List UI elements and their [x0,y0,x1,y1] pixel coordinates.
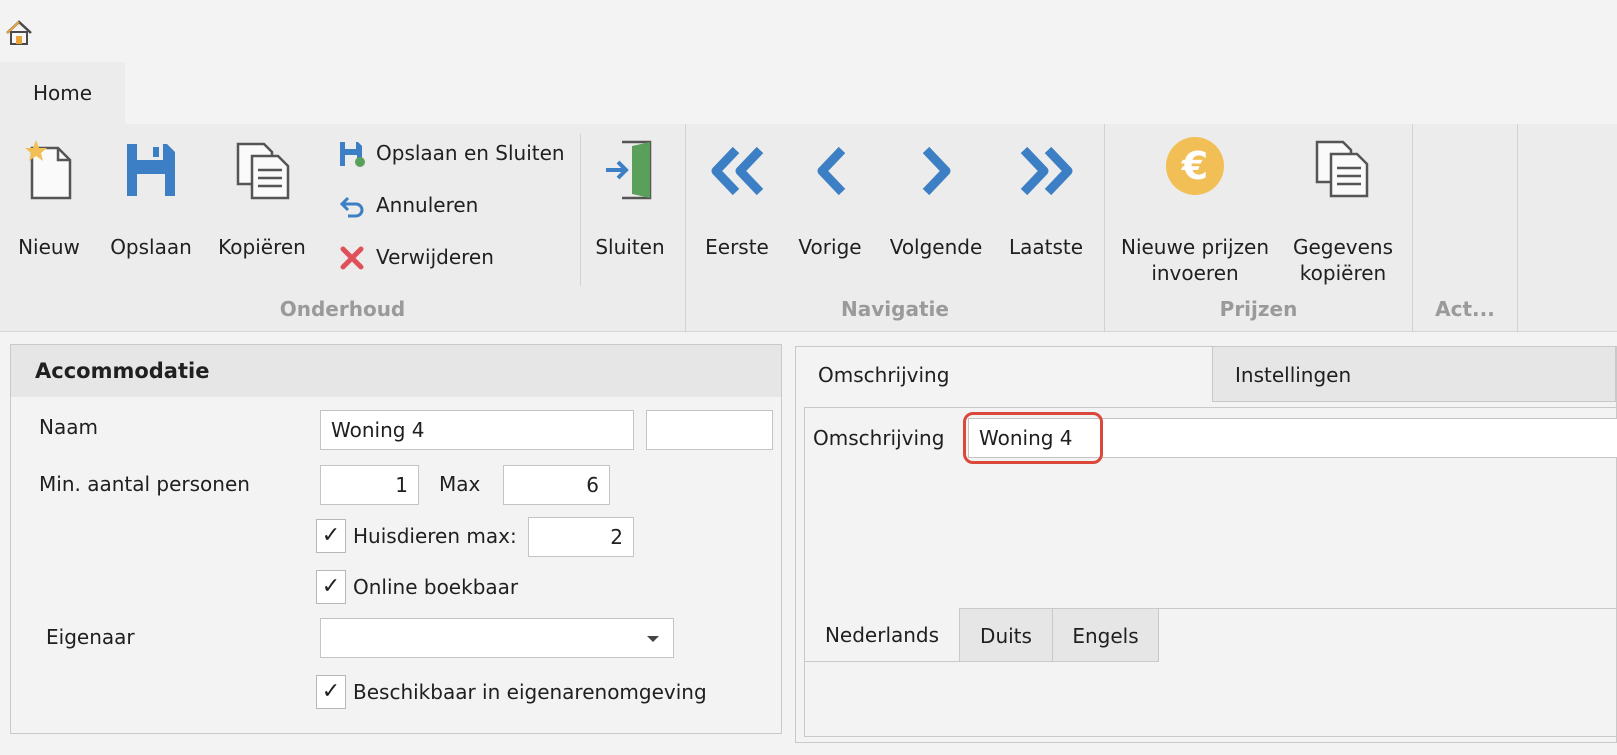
save-icon [127,144,175,196]
nieuw-button[interactable]: Nieuw [10,134,88,274]
online-boekbaar-label: Online boekbaar [353,575,519,599]
min-personen-input[interactable]: 1 [320,465,419,505]
undo-icon [339,196,364,218]
kopieren-button[interactable]: Kopiëren [212,134,312,274]
beschikbaar-checkbox[interactable]: ✓ [316,675,346,709]
save-close-icon [340,142,365,167]
details-panel: Omschrijving Instellingen Omschrijving W… [795,346,1617,743]
huisdieren-checkbox[interactable]: ✓ [316,519,346,553]
double-chevron-right-icon [1020,146,1073,196]
chevron-left-icon [817,146,846,196]
laatste-label: Laatste [1008,235,1084,259]
eigenaar-label: Eigenaar [46,625,135,649]
beschikbaar-label: Beschikbaar in eigenarenomgeving [353,680,707,704]
eerste-button[interactable]: Eerste [694,134,780,274]
gegevens-kopieren-label-2: kopiëren [1299,261,1387,285]
gegevens-kopieren-label-1: Gegevens [1292,235,1394,259]
naam-input[interactable]: Woning 4 [320,410,634,450]
annuleren-label: Annuleren [376,193,479,217]
group-navigatie-label: Navigatie [841,297,949,321]
gegevens-kopieren-button[interactable]: Gegevens kopiëren [1287,134,1399,285]
delete-icon [340,246,364,270]
opslaan-label: Opslaan [110,235,192,259]
omschrijving-label: Omschrijving [813,426,945,450]
naam-extra-input[interactable] [646,410,773,450]
nieuwe-prijzen-label-1: Nieuwe prijzen [1120,235,1270,259]
max-personen-input[interactable]: 6 [503,465,610,505]
group-prijzen-label: Prijzen [1219,297,1298,321]
accommodatie-panel: Accommodatie Naam Woning 4 Min. aantal p… [10,344,782,734]
new-document-icon [25,140,72,200]
sluiten-label: Sluiten [595,235,665,259]
nieuw-label: Nieuw [18,235,80,259]
tab-nederlands[interactable]: Nederlands [805,608,960,662]
huisdieren-max-input[interactable]: 2 [528,517,634,557]
max-label: Max [439,472,481,496]
tab-duits[interactable]: Duits [959,608,1053,662]
group-act-label: Act... [1435,297,1495,321]
tab-engels[interactable]: Engels [1052,608,1159,662]
verwijderen-label: Verwijderen [376,245,494,269]
laatste-button[interactable]: Laatste [1002,134,1090,274]
tab-instellingen[interactable]: Instellingen [1212,346,1616,402]
copy-icon [236,142,290,200]
online-boekbaar-checkbox[interactable]: ✓ [316,570,346,604]
tab-home[interactable]: Home [0,62,125,124]
nieuwe-prijzen-button[interactable]: € Nieuwe prijzen invoeren [1115,134,1275,285]
separator [1517,124,1518,332]
eerste-label: Eerste [705,235,769,259]
opslaan-button[interactable]: Opslaan [105,134,197,274]
min-personen-label: Min. aantal personen [39,472,250,496]
chevron-down-icon[interactable] [647,636,659,642]
panel-title: Accommodatie [11,345,781,397]
huisdieren-label: Huisdieren max: [353,524,517,548]
opslaan-en-sluiten-label: Opslaan en Sluiten [376,141,565,165]
chevron-right-icon [922,146,951,196]
home-icon[interactable] [4,18,34,48]
double-chevron-left-icon [711,146,764,196]
ribbon-tab-strip: Home [0,62,1617,124]
kopieren-label: Kopiëren [218,235,306,259]
euro-icon: € [1166,137,1224,195]
highlight-box [963,412,1103,464]
svg-text:€: € [1181,144,1208,188]
vorige-button[interactable]: Vorige [790,134,870,274]
volgende-button[interactable]: Volgende [886,134,986,274]
naam-label: Naam [39,415,98,439]
tab-omschrijving[interactable]: Omschrijving [795,346,1213,402]
annuleren-button[interactable]: Annuleren [338,190,498,220]
separator [580,134,581,286]
ribbon: Nieuw Opslaan Kopiëren Opslaan en Sluite… [0,124,1617,332]
exit-door-icon [606,140,652,200]
omschrijving-content: Omschrijving Woning 4 Nederlands Duits E… [804,407,1617,737]
eigenaar-select[interactable] [320,618,674,658]
sluiten-button[interactable]: Sluiten [590,134,670,274]
copy-icon [1315,140,1369,198]
group-onderhoud-label: Onderhoud [279,297,406,321]
vorige-label: Vorige [798,235,862,259]
quick-access-bar [0,0,1617,62]
volgende-label: Volgende [889,235,983,259]
opslaan-en-sluiten-button[interactable]: Opslaan en Sluiten [338,138,573,168]
nieuwe-prijzen-label-2: invoeren [1151,261,1239,285]
verwijderen-button[interactable]: Verwijderen [338,242,508,272]
